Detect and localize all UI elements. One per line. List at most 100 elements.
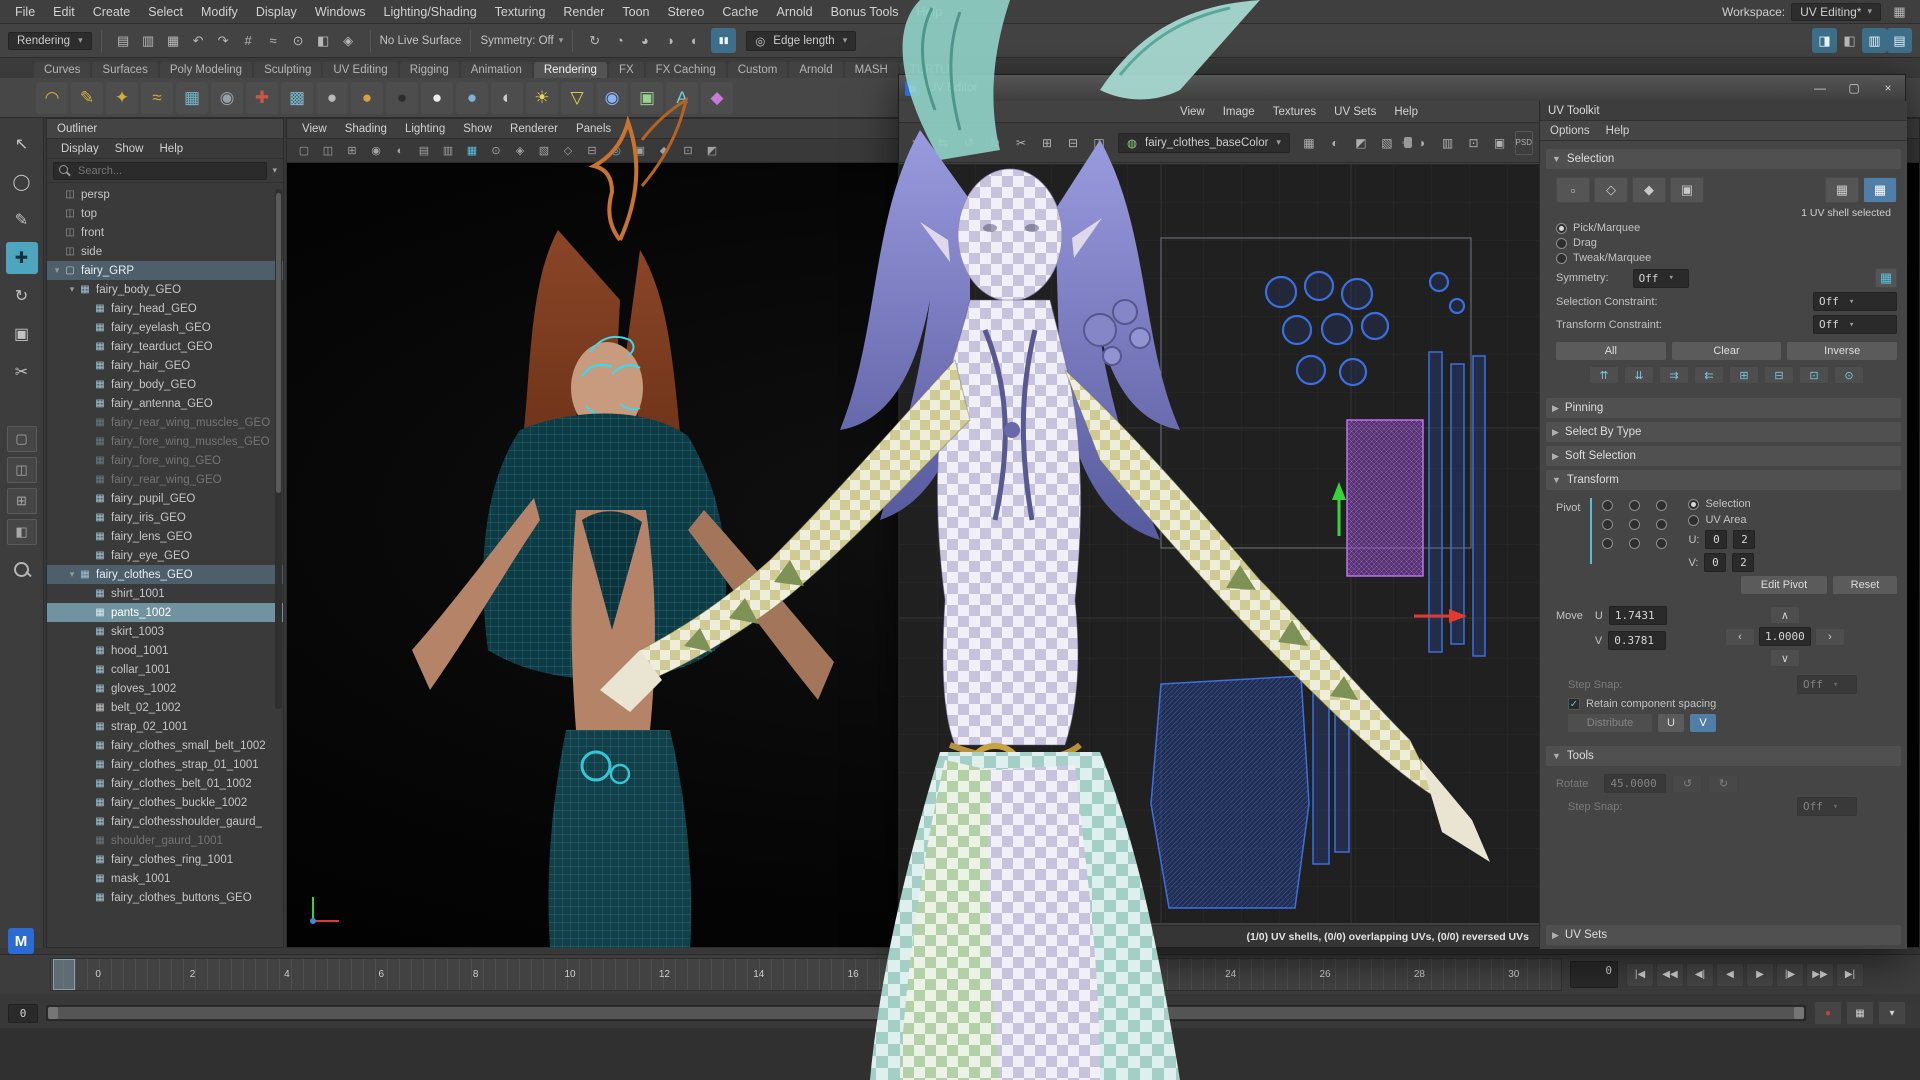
viewport-toolbar-icon-10[interactable]: ◈: [509, 141, 531, 161]
go-to-end-button[interactable]: ▶|: [1836, 963, 1864, 987]
shade-uv-icon[interactable]: ◩: [1349, 131, 1373, 155]
shelf-tab[interactable]: UV Editing: [323, 62, 397, 78]
selection-action-button[interactable]: All: [1556, 342, 1666, 360]
rotate-step-snap-dropdown[interactable]: Off ▾: [1797, 797, 1857, 816]
pivot-radio[interactable]: [1656, 500, 1667, 511]
viewport-menu-item[interactable]: Panels: [567, 122, 620, 136]
uv-canvas[interactable]: [899, 164, 1539, 923]
viewport-toolbar-icon-17[interactable]: ⊡: [677, 141, 699, 161]
viewport-toolbar-icon-6[interactable]: ▤: [413, 141, 435, 161]
outliner-item[interactable]: ◫ top: [47, 204, 283, 223]
outliner-item[interactable]: ▾ ▦ fairy_clothes_GEO: [47, 565, 283, 584]
move-v-field[interactable]: 0.3781: [1608, 631, 1666, 650]
pivot-radio[interactable]: [1602, 519, 1613, 530]
range-end-handle[interactable]: [1794, 1007, 1804, 1019]
unfold-icon[interactable]: ⊟: [1061, 131, 1085, 155]
outliner-item[interactable]: ▦ strap_02_1001: [47, 717, 283, 736]
shelf-tab[interactable]: MASH: [845, 62, 898, 78]
search-input[interactable]: [76, 164, 261, 178]
outliner-item[interactable]: ▦ fairy_antenna_GEO: [47, 394, 283, 413]
lasso-tool[interactable]: ◯: [6, 166, 38, 198]
menu-item[interactable]: Texturing: [486, 2, 555, 22]
current-frame-field[interactable]: 0: [1570, 961, 1618, 988]
image-range-icon[interactable]: ▥: [1436, 131, 1460, 155]
move-left-button[interactable]: ‹: [1725, 628, 1755, 646]
pivot-radio[interactable]: [1629, 500, 1640, 511]
shelf-tab[interactable]: Sculpting: [254, 62, 321, 78]
viewport-menu-item[interactable]: Shading: [336, 122, 396, 136]
render-settings-icon[interactable]: ◐: [682, 28, 707, 53]
pivot-radio[interactable]: [1656, 538, 1667, 549]
redo-icon[interactable]: ↷: [211, 28, 236, 53]
pivot-u-max-field[interactable]: 2: [1733, 530, 1755, 549]
live-surface-field[interactable]: No Live Surface: [380, 35, 462, 47]
step-forward-frame-button[interactable]: |▶: [1776, 963, 1804, 987]
uv-editor-menu-item[interactable]: UV Sets: [1325, 105, 1385, 119]
outliner-item[interactable]: ◫ front: [47, 223, 283, 242]
menu-item[interactable]: Help: [908, 2, 952, 22]
channel-box-toggle[interactable]: ▥: [1862, 28, 1887, 53]
maximize-button[interactable]: ▢: [1837, 75, 1871, 101]
outliner-menu-item[interactable]: Display: [53, 142, 107, 156]
viewport-toolbar-icon-9[interactable]: ⊙: [485, 141, 507, 161]
rotate-angle-field[interactable]: 45.0000: [1604, 774, 1666, 793]
outliner-menu-item[interactable]: Show: [107, 142, 152, 156]
outliner-item[interactable]: ▦ fairy_eyelash_GEO: [47, 318, 283, 337]
dim-image-slider[interactable]: [1402, 141, 1407, 144]
distribute-button[interactable]: Distribute: [1568, 714, 1652, 732]
uv-selection-button[interactable]: ▫: [1556, 177, 1590, 203]
pivot-selection-radio[interactable]: Selection: [1688, 498, 1897, 510]
distortion-icon[interactable]: ▧: [1375, 131, 1399, 155]
menu-item[interactable]: File: [6, 2, 44, 22]
pivot-radio[interactable]: [1629, 538, 1640, 549]
shelf-icon-star[interactable]: ✦: [106, 82, 138, 114]
shrink-selection-icon[interactable]: ⊟: [1764, 366, 1794, 384]
convert-to-uv-icon[interactable]: ⇈: [1589, 366, 1619, 384]
move-tool[interactable]: ✚: [6, 242, 38, 274]
shelf-icon-sphere-glass[interactable]: ●: [456, 82, 488, 114]
retain-spacing-checkbox[interactable]: ✓: [1568, 698, 1580, 710]
save-scene-icon[interactable]: ▦: [161, 28, 186, 53]
menu-item[interactable]: Edit: [44, 2, 84, 22]
workspace-selector[interactable]: Workspace: UV Editing* ▾ ▦: [1722, 0, 1920, 24]
outliner-item[interactable]: ◫ persp: [47, 185, 283, 204]
maya-logo-badge[interactable]: M: [8, 928, 34, 954]
outliner-tab[interactable]: Outliner: [47, 119, 283, 139]
shelf-tab[interactable]: Custom: [728, 62, 788, 78]
auto-key-toggle[interactable]: ●: [1814, 1001, 1842, 1025]
shelf-icon-sphere-white[interactable]: ●: [421, 82, 453, 114]
shelf-icon-camera[interactable]: ◉: [596, 82, 628, 114]
grow-selection-icon[interactable]: ⊞: [1729, 366, 1759, 384]
isolate-select-icon[interactable]: ◑: [1410, 131, 1434, 155]
convert-to-edge-icon[interactable]: ⇊: [1624, 366, 1654, 384]
snap-to-grid-icon[interactable]: #: [236, 28, 261, 53]
section-header[interactable]: ▶ Select By Type: [1546, 422, 1901, 442]
transform-constraint-dropdown[interactable]: Off ▾: [1813, 315, 1897, 334]
outliner-item[interactable]: ▦ fairy_head_GEO: [47, 299, 283, 318]
outliner-search[interactable]: [53, 162, 267, 180]
move-up-button[interactable]: ∧: [1770, 606, 1800, 624]
rotate-cw-button[interactable]: ↻: [1708, 775, 1738, 793]
section-header-selection[interactable]: ▼ Selection: [1546, 149, 1901, 169]
outliner-item[interactable]: ▦ gloves_1002: [47, 679, 283, 698]
select-border-icon[interactable]: ⊡: [1799, 366, 1829, 384]
uv-grid-button[interactable]: ▦: [1825, 177, 1859, 203]
undo-icon[interactable]: ↶: [186, 28, 211, 53]
viewport-toolbar-icon-2[interactable]: ◫: [317, 141, 339, 161]
outliner-scrollbar[interactable]: [275, 189, 282, 709]
current-frame-marker[interactable]: [53, 959, 75, 990]
uv-toolkit-title[interactable]: UV Toolkit: [1540, 101, 1907, 121]
menu-item[interactable]: Stereo: [659, 2, 714, 22]
uv-editor-menu-item[interactable]: Image: [1214, 105, 1264, 119]
outliner-item[interactable]: ▦ fairy_pupil_GEO: [47, 489, 283, 508]
menu-item[interactable]: Cache: [713, 2, 767, 22]
outliner-item[interactable]: ▦ fairy_eye_GEO: [47, 546, 283, 565]
pixel-snap-icon[interactable]: ⊡: [1462, 131, 1486, 155]
viewport-toolbar-icon-4[interactable]: ◉: [365, 141, 387, 161]
outliner-item[interactable]: ▦ collar_1001: [47, 660, 283, 679]
open-render-view-icon[interactable]: ◔: [607, 28, 632, 53]
outliner-item[interactable]: ▦ fairy_body_GEO: [47, 375, 283, 394]
outliner-item[interactable]: ▾ ▦ fairy_body_GEO: [47, 280, 283, 299]
pivot-radio[interactable]: [1602, 538, 1613, 549]
range-start-handle[interactable]: [48, 1007, 58, 1019]
